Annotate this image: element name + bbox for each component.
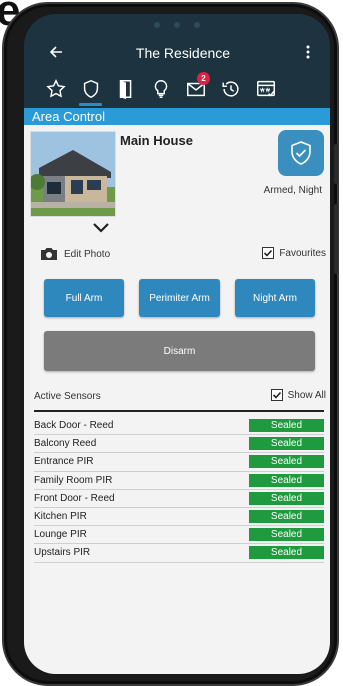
lightbulb-icon: [154, 80, 167, 98]
area-photo[interactable]: [30, 131, 116, 217]
sensor-row[interactable]: Entrance PIR Sealed: [34, 453, 324, 472]
checkbox-checked-icon: [270, 389, 283, 401]
edit-photo-label: Edit Photo: [64, 248, 111, 260]
sensor-name: Upstairs PIR: [34, 547, 91, 559]
divider: [34, 410, 324, 412]
message-count-badge: 2: [197, 72, 210, 85]
sensor-name: Front Door - Reed: [34, 492, 115, 504]
arrow-left-icon: [49, 45, 62, 58]
app-bar: The Residence: [24, 36, 330, 70]
area-name: Main House: [120, 133, 193, 148]
disarm-button[interactable]: Disarm: [44, 331, 315, 371]
sensor-status-badge: Sealed: [249, 473, 324, 487]
overflow-menu-button[interactable]: [296, 43, 320, 64]
area-status-text: Armed, Night: [263, 185, 322, 196]
sensor-name: Lounge PIR: [34, 529, 87, 541]
phone-screen: The Residence 2 Area Control Main House …: [24, 14, 330, 674]
status-bar: [24, 14, 330, 36]
shield-icon: [83, 79, 98, 99]
tab-doors[interactable]: [108, 70, 143, 108]
show-all-checkbox[interactable]: Show All: [270, 389, 326, 401]
sensor-row[interactable]: Upstairs PIR Sealed: [34, 544, 324, 563]
favourites-label: Favourites: [279, 247, 326, 259]
phone-frame: The Residence 2 Area Control Main House …: [2, 2, 339, 686]
sensor-row[interactable]: Kitchen PIR Sealed: [34, 508, 324, 527]
tab-bar: 2: [24, 70, 330, 108]
sensor-status-badge: Sealed: [249, 437, 324, 451]
sensor-status-badge: Sealed: [249, 528, 324, 542]
history-icon: [221, 81, 239, 97]
tab-web[interactable]: [248, 70, 283, 108]
tab-lights[interactable]: [143, 70, 178, 108]
phone-side-button: [334, 204, 338, 274]
status-dot-icon: [154, 22, 160, 28]
section-header: Area Control: [24, 108, 330, 125]
tab-security[interactable]: [73, 70, 108, 108]
sensor-status-badge: Sealed: [249, 510, 324, 524]
star-icon: [45, 79, 66, 98]
shield-check-icon: [291, 141, 311, 165]
door-icon: [119, 80, 131, 100]
sensor-status-badge: Sealed: [249, 546, 324, 560]
tab-favourites[interactable]: [38, 70, 73, 108]
sensor-list: Back Door - Reed Sealed Balcony Reed Seale…: [34, 417, 324, 563]
app-title: The Residence: [135, 45, 231, 61]
chevron-down-icon[interactable]: [90, 221, 112, 235]
sensor-name: Balcony Reed: [34, 438, 97, 450]
phone-side-button: [334, 144, 338, 184]
active-sensors-title: Active Sensors: [34, 391, 101, 402]
checkbox-checked-icon: [262, 247, 275, 259]
sensor-row[interactable]: Front Door - Reed Sealed: [34, 490, 324, 508]
tab-messages[interactable]: 2: [178, 70, 213, 108]
sensor-name: Family Room PIR: [34, 474, 113, 486]
status-dot-icon: [174, 22, 180, 28]
full-arm-button[interactable]: Full Arm: [44, 279, 124, 317]
camera-icon: [41, 248, 57, 260]
more-vertical-icon: [306, 45, 310, 58]
night-arm-button[interactable]: Night Arm: [235, 279, 315, 317]
sensor-row[interactable]: Lounge PIR Sealed: [34, 526, 324, 545]
house-image: [31, 132, 115, 216]
sensor-status-badge: Sealed: [249, 455, 324, 469]
sensor-row[interactable]: Back Door - Reed Sealed: [34, 417, 324, 436]
sensor-status-badge: Sealed: [249, 419, 324, 433]
sensor-name: Entrance PIR: [34, 456, 94, 468]
area-control-panel: Main House Armed, Night Edit Photo Favou…: [24, 125, 330, 674]
edit-photo-button[interactable]: Edit Photo: [40, 247, 110, 261]
sensor-name: Kitchen PIR: [34, 511, 87, 523]
perimeter-arm-button[interactable]: Perimiter Arm: [139, 279, 220, 317]
sensor-name: Back Door - Reed: [34, 420, 114, 432]
status-dot-icon: [194, 22, 200, 28]
sensor-status-badge: Sealed: [249, 491, 324, 505]
sensor-row[interactable]: Balcony Reed Sealed: [34, 435, 324, 454]
screenshot-canvas: e The Residence 2 Area Control Main Hous…: [0, 0, 343, 686]
sensor-row[interactable]: Family Room PIR Sealed: [34, 472, 324, 490]
tab-history[interactable]: [213, 70, 248, 108]
favourites-checkbox[interactable]: Favourites: [262, 247, 326, 259]
area-status-button[interactable]: [278, 130, 324, 176]
show-all-label: Show All: [287, 389, 326, 401]
web-icon: [256, 80, 275, 97]
back-button[interactable]: [34, 43, 64, 64]
